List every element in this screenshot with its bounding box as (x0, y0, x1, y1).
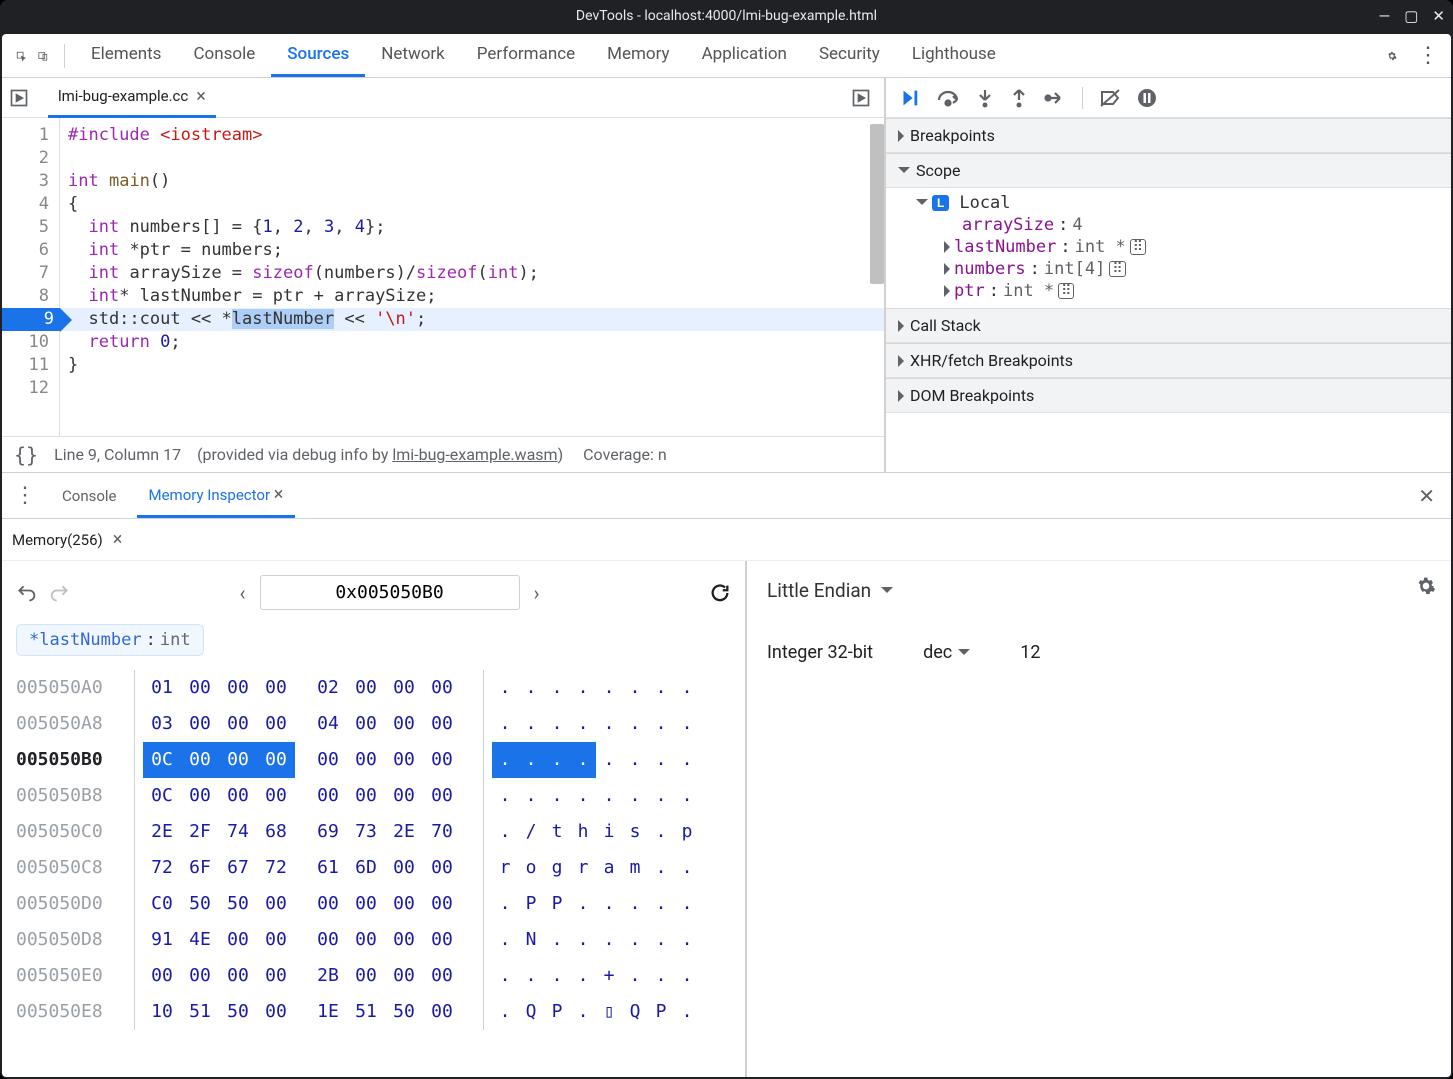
main-tab-security[interactable]: Security (803, 34, 896, 77)
main-tab-performance[interactable]: Performance (461, 34, 591, 77)
step-into-icon[interactable] (976, 88, 994, 108)
undo-icon[interactable] (16, 583, 36, 603)
file-tab[interactable]: lmi-bug-example.cc × (48, 78, 216, 118)
memory-tab[interactable]: Memory(256) (12, 531, 103, 549)
memory-icon[interactable]: ⠿ (1130, 239, 1146, 255)
main-tab-application[interactable]: Application (686, 34, 803, 77)
step-over-icon[interactable] (936, 88, 960, 108)
highlight-chip[interactable]: *lastNumber: int (16, 624, 204, 656)
resume-icon[interactable] (898, 87, 920, 109)
pause-exceptions-icon[interactable] (1137, 88, 1157, 108)
scrollbar[interactable] (870, 124, 884, 284)
settings-icon[interactable] (1381, 45, 1403, 67)
drawer-more-icon[interactable]: ⋮ (8, 483, 42, 508)
code-editor[interactable]: 9 123456789101112 #include <iostream> in… (2, 118, 884, 436)
redo-icon[interactable] (50, 583, 70, 603)
step-icon[interactable] (1044, 88, 1066, 108)
coverage-label: Coverage: n (583, 445, 667, 464)
resume-small-icon[interactable] (8, 87, 30, 109)
value-type: Integer 32-bit (767, 642, 873, 663)
main-tab-memory[interactable]: Memory (591, 34, 685, 77)
close-icon[interactable]: × (196, 86, 206, 107)
window-close[interactable]: ✕ (1432, 7, 1445, 25)
cursor-position: Line 9, Column 17 (54, 445, 181, 464)
main-tab-sources[interactable]: Sources (271, 34, 365, 77)
xhr-pane[interactable]: XHR/fetch Breakpoints (886, 343, 1451, 378)
hex-viewer[interactable]: 005050A00100000002000000........005050A8… (16, 670, 731, 1030)
breakpoints-pane[interactable]: Breakpoints (886, 118, 1451, 153)
window-title: DevTools - localhost:4000/lmi-bug-exampl… (576, 8, 877, 24)
close-icon[interactable]: × (113, 529, 123, 550)
scope-var-arraySize[interactable]: arraySize: 4 (944, 214, 1451, 236)
deactivate-breakpoints-icon[interactable] (1099, 88, 1121, 108)
main-tab-elements[interactable]: Elements (75, 34, 177, 77)
close-icon[interactable]: × (274, 484, 284, 505)
main-tab-lighthouse[interactable]: Lighthouse (896, 34, 1012, 77)
format-icon[interactable]: {} (14, 443, 38, 467)
inspect-icon[interactable] (10, 45, 32, 67)
callstack-pane[interactable]: Call Stack (886, 308, 1451, 343)
window-maximize[interactable]: ▢ (1404, 7, 1418, 25)
scope-var-numbers[interactable]: numbers: int[4] ⠿ (944, 258, 1451, 280)
endian-select[interactable]: Little Endian (767, 579, 1431, 602)
next-page-icon[interactable]: › (534, 581, 540, 605)
more-icon[interactable]: ⋮ (1417, 45, 1439, 67)
settings-icon[interactable] (1415, 575, 1437, 597)
execution-pointer: 9 (2, 308, 60, 331)
memory-icon[interactable]: ⠿ (1058, 283, 1074, 299)
format-select[interactable]: dec (923, 642, 970, 663)
device-toggle-icon[interactable] (32, 45, 54, 67)
scope-local-label: Local (959, 193, 1010, 213)
scope-var-ptr[interactable]: ptr: int * ⠿ (944, 280, 1451, 302)
prev-page-icon[interactable]: ‹ (239, 581, 245, 605)
decoded-value: 12 (1020, 642, 1040, 663)
dom-pane[interactable]: DOM Breakpoints (886, 378, 1451, 413)
debug-toolbar (886, 78, 1451, 118)
window-titlebar: DevTools - localhost:4000/lmi-bug-exampl… (0, 0, 1453, 32)
drawer-close-icon[interactable]: ✕ (1418, 484, 1435, 508)
window-minimize[interactable]: — (1379, 7, 1391, 25)
drawer-tab-memory-inspector[interactable]: Memory Inspector × (137, 474, 296, 518)
main-tab-console[interactable]: Console (177, 34, 271, 77)
scope-pane[interactable]: Scope (886, 153, 1451, 188)
main-toolbar: ElementsConsoleSourcesNetworkPerformance… (2, 34, 1451, 78)
step-out-icon[interactable] (1010, 88, 1028, 108)
refresh-icon[interactable] (709, 582, 731, 604)
scope-var-lastNumber[interactable]: lastNumber: int * ⠿ (944, 236, 1451, 258)
main-tab-network[interactable]: Network (365, 34, 461, 77)
memory-icon[interactable]: ⠿ (1109, 261, 1125, 277)
file-tab-label: lmi-bug-example.cc (58, 87, 188, 105)
more-tabs-icon[interactable] (850, 87, 872, 109)
address-input[interactable] (260, 575, 520, 610)
wasm-link[interactable]: lmi-bug-example.wasm (392, 445, 557, 464)
drawer-tab-console[interactable]: Console (50, 477, 129, 515)
